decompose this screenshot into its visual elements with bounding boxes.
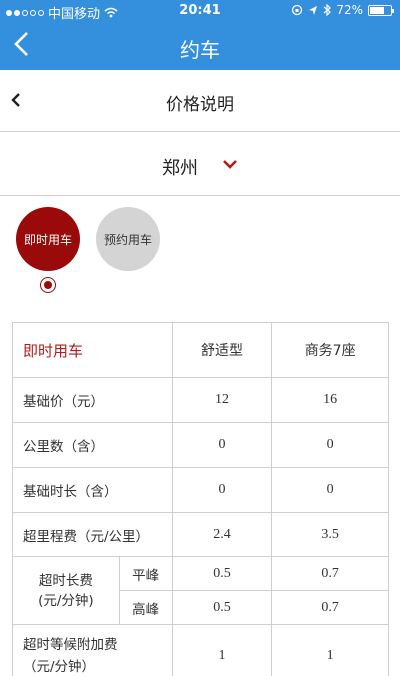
- row-label: 公里数（含）: [12, 422, 173, 468]
- waiting-label: 超时等候附加费 （元/分钟）: [12, 624, 173, 676]
- city-name: 郑州: [162, 158, 198, 179]
- battery-icon: [368, 4, 394, 16]
- table-header-row: 即时用车 舒适型 商务7座: [12, 322, 389, 378]
- row-label: 基础时长（含）: [12, 467, 173, 513]
- cell-business: 0: [271, 467, 389, 513]
- table-row: 超里程费（元/公里） 2.4 3.5: [12, 512, 389, 557]
- cell-comfort: 0.5: [171, 556, 273, 591]
- cell-comfort: 1: [171, 624, 273, 676]
- overtime-label: 超时长费 (元/分钟): [12, 556, 120, 625]
- battery-percent: 72%: [336, 3, 363, 17]
- header-col-comfort: 舒适型: [171, 322, 273, 378]
- waiting-label-line2: （元/分钟）: [23, 658, 96, 675]
- battery-fill: [370, 6, 385, 14]
- tab-indicator: [40, 277, 56, 293]
- status-bar: 中国移动 20:41 72%: [0, 0, 400, 22]
- cell-business: 0: [271, 422, 389, 468]
- location-icon: [309, 5, 318, 15]
- tab-instant[interactable]: 即时用车: [16, 207, 80, 271]
- cell-business: 0.7: [271, 556, 389, 591]
- cell-business: 1: [271, 624, 389, 676]
- table-row-waiting: 超时等候附加费 （元/分钟） 1 1: [12, 624, 389, 676]
- rotation-lock-icon: [292, 4, 303, 16]
- status-right: 72%: [291, 3, 394, 17]
- header-col-business: 商务7座: [271, 322, 389, 378]
- cell-comfort: 0.5: [171, 590, 273, 625]
- page-title: 价格说明: [166, 95, 234, 115]
- header-title: 即时用车: [12, 322, 173, 378]
- rushhour-label: 高峰: [118, 590, 173, 625]
- cell-comfort: 0: [171, 422, 273, 468]
- chevron-down-icon: [223, 160, 237, 169]
- cell-business: 16: [271, 377, 389, 423]
- overtime-label-line2: (元/分钟): [38, 592, 94, 609]
- cell-comfort: 12: [171, 377, 273, 423]
- table-row: 基础价（元） 12 16: [12, 377, 389, 423]
- cell-comfort: 0: [171, 467, 273, 513]
- tab-reserve[interactable]: 预约用车: [96, 207, 160, 271]
- table-row-overtime-peak: 超时长费 (元/分钟) 平峰 0.5 0.7: [12, 556, 389, 625]
- price-table: 即时用车 舒适型 商务7座 基础价（元） 12 16 公里数（含） 0 0 基础…: [12, 322, 389, 676]
- table-row: 公里数（含） 0 0: [12, 422, 389, 468]
- nav-title: 约车: [180, 38, 220, 62]
- table-row: 基础时长（含） 0 0: [12, 467, 389, 513]
- row-label: 超里程费（元/公里）: [12, 512, 173, 557]
- city-selector[interactable]: 郑州: [0, 132, 400, 196]
- price-header: 价格说明: [0, 70, 400, 132]
- cell-business: 3.5: [271, 512, 389, 557]
- top-bar: 中国移动 20:41 72% 约车: [0, 0, 400, 70]
- row-label: 基础价（元）: [12, 377, 173, 423]
- bluetooth-icon: [323, 4, 332, 16]
- waiting-label-line1: 超时等候附加费: [23, 636, 118, 653]
- overtime-label-line1: 超时长费: [38, 572, 93, 589]
- offpeak-label: 平峰: [118, 556, 173, 591]
- cell-comfort: 2.4: [171, 512, 273, 557]
- cell-business: 0.7: [271, 590, 389, 625]
